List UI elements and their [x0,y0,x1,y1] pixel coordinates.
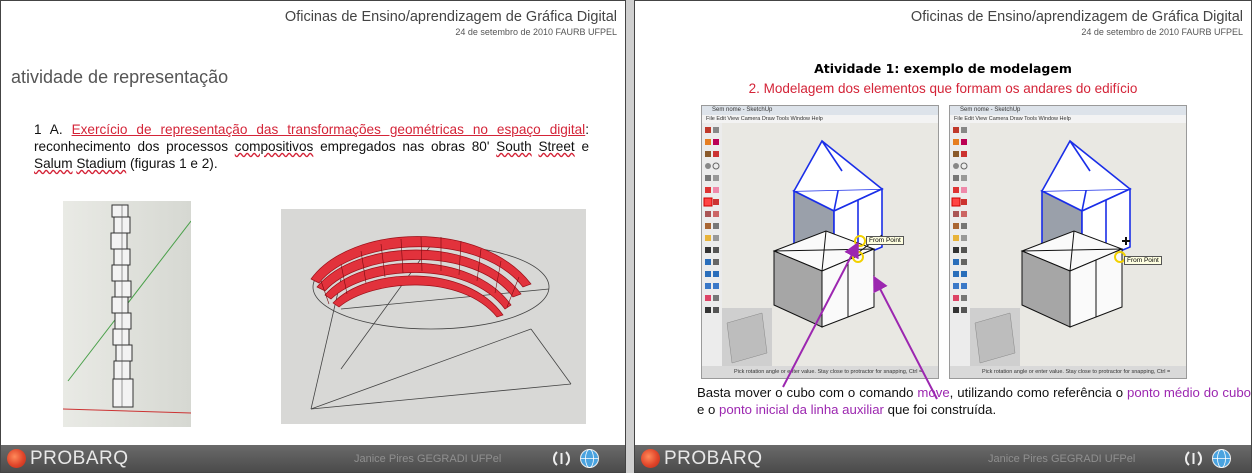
spellcheck-word: Street [538,139,575,154]
caption-part: e o [697,402,719,417]
item-text: e [574,139,590,154]
slide-2: Oficinas de Ensino/aprendizagem de Gráfi… [634,0,1252,473]
probarq-logo: PROBARQ [30,448,129,469]
figure-2-stadium-image [281,209,586,424]
midpoint-highlight: ponto médio do cubo [1126,385,1251,400]
item-text: empregados nas obras 80' [313,139,497,154]
exercise-item: 1 A. Exercício de representação das tran… [34,121,589,172]
item-number: 1 A. [34,122,63,137]
ufpel-logo-icon [1185,451,1202,466]
footer-bar: PROBARQ Janice Pires GEGRADI UFPel [1,445,625,472]
figure-1-tower-image [62,201,192,427]
caption-text: Basta mover o cubo com o comando move, u… [697,384,1251,418]
probarq-logo-icon [7,449,26,468]
slide-separator [626,0,634,473]
probarq-logo: PROBARQ [664,448,763,469]
caption-part: , utilizando como referência o [949,385,1127,400]
caption-part: que foi construída. [883,402,997,417]
probarq-logo-icon [641,449,660,468]
gegradi-globe-icon [580,449,599,468]
slide-1: Oficinas de Ensino/aprendizagem de Gráfi… [0,0,626,473]
ufpel-logo-icon [553,451,570,466]
footer-bar: PROBARQ Janice Pires GEGRADI UFPel [635,445,1251,472]
exercise-link[interactable]: Exercício de representação das transform… [72,122,586,137]
command-move: move [917,385,950,400]
footer-credit: Janice Pires GEGRADI UFPel [354,453,502,465]
footer-credit: Janice Pires GEGRADI UFPel [988,453,1136,465]
gegradi-globe-icon [1212,449,1231,468]
item-text: (figuras 1 e 2). [126,156,218,171]
header-title: Oficinas de Ensino/aprendizagem de Gráfi… [284,9,617,25]
spellcheck-word: Salum [34,156,73,171]
header-subtitle: 24 de setembro de 2010 FAURB UFPEL [455,27,617,37]
startpoint-highlight: ponto inicial da linha auxiliar [719,402,884,417]
section-title: atividade de representação [11,67,229,87]
spellcheck-word: South [496,139,532,154]
spellcheck-word: Stadium [76,156,127,171]
caption-part: Basta mover o cubo com o comando [697,385,918,400]
spellcheck-word: compositivos [234,139,314,154]
